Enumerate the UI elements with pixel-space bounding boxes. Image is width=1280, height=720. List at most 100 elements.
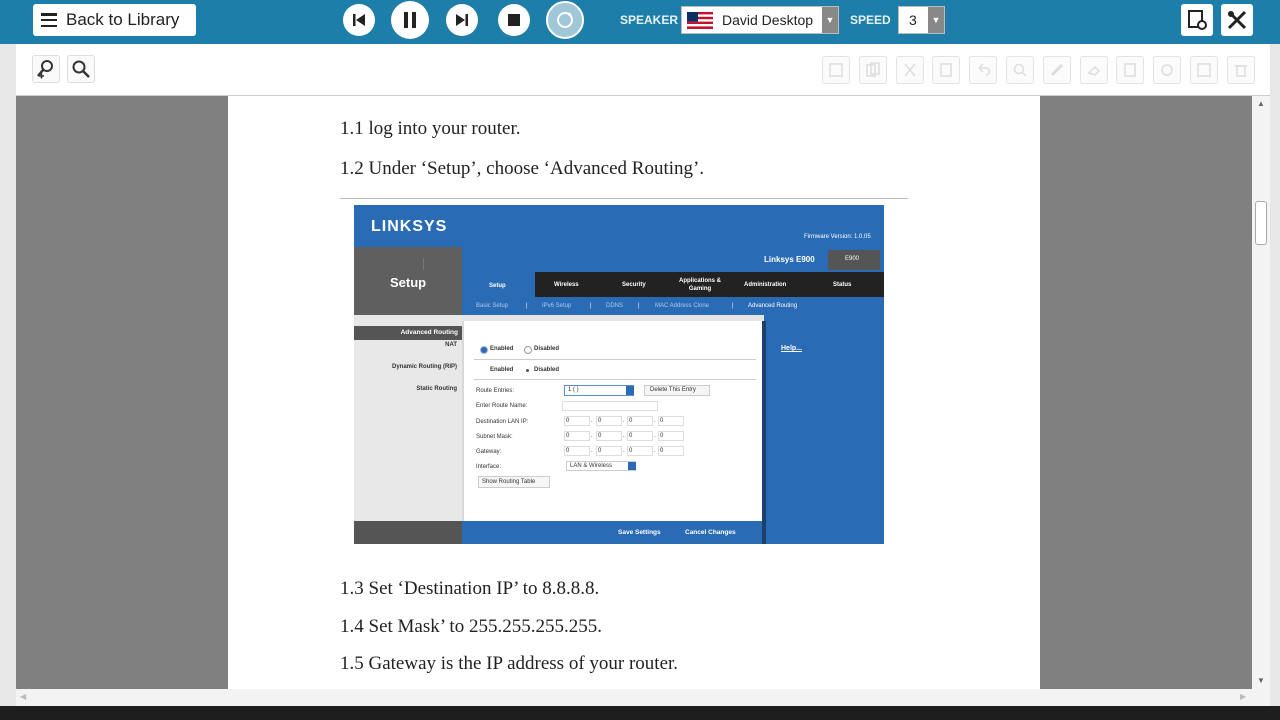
delete-entry-label: Delete This Entry xyxy=(650,387,696,393)
paste-icon xyxy=(940,63,952,77)
scroll-left-icon[interactable]: ◀ xyxy=(20,692,26,701)
radio-label: Enabled xyxy=(490,367,514,373)
ip-dot: . xyxy=(654,433,656,439)
speed-value: 3 xyxy=(909,12,917,28)
skip-forward-icon xyxy=(456,14,468,26)
ip-dot: . xyxy=(623,448,625,454)
speed-label: SPEED xyxy=(850,13,891,27)
interface-value: LAN & Wireless xyxy=(570,463,613,469)
interface-label: Interface: xyxy=(476,464,502,470)
router-subtab-sep: | xyxy=(638,303,640,309)
zoom-out-button[interactable] xyxy=(67,55,95,83)
router-side-panel xyxy=(354,315,462,544)
stop-icon xyxy=(508,14,520,26)
voice-note-button[interactable] xyxy=(1153,56,1181,84)
route-name-label: Enter Route Name: xyxy=(476,403,528,409)
router-tab: Applications & Gaming xyxy=(678,278,721,292)
step-line: 1.3 Set ‘Destination IP’ to 8.8.8.8. xyxy=(340,578,600,599)
router-model-short: E900 xyxy=(845,256,860,262)
zoom-in-icon xyxy=(37,60,53,79)
router-tab: Wireless xyxy=(554,282,579,288)
router-help-link: Help... xyxy=(781,345,803,352)
ip-octet-value: 0 xyxy=(629,433,633,439)
step-line: 1.2 Under ‘Setup’, choose ‘Advanced Rout… xyxy=(340,158,705,179)
speaker-select[interactable]: David Desktop ▼ xyxy=(681,6,839,34)
router-subtab: Basic Setup xyxy=(476,303,509,309)
tools-button[interactable] xyxy=(1221,4,1253,36)
save-button[interactable] xyxy=(822,56,850,84)
dropdown-arrow-icon xyxy=(626,386,634,395)
screen-settings-icon xyxy=(1188,10,1207,30)
router-subtab-sep: | xyxy=(590,303,592,309)
router-screenshot: LINKSYS Firmware Version: 1.0.05 Setup L… xyxy=(354,205,884,544)
router-firmware: Firmware Version: 1.0.05 xyxy=(804,234,871,240)
zoom-out-icon xyxy=(72,60,90,78)
scrollbar-thumb[interactable] xyxy=(1255,201,1267,245)
vertical-scrollbar[interactable]: ▲ ▼ xyxy=(1252,96,1270,689)
horizontal-scrollbar[interactable]: ◀ ▶ xyxy=(16,689,1270,706)
previous-button[interactable] xyxy=(343,4,375,36)
stop-button[interactable] xyxy=(498,4,530,36)
router-model-bar xyxy=(462,247,884,272)
ip-octet-value: 0 xyxy=(598,433,602,439)
text-cursor-icon xyxy=(423,258,424,270)
delete-button[interactable] xyxy=(1227,56,1255,84)
player-toolbar: Back to Library SPEAKER David Desktop ▼ … xyxy=(0,0,1280,44)
ip-octet-value: 0 xyxy=(660,448,664,454)
ip-octet-value: 0 xyxy=(660,418,664,424)
refresh-icon xyxy=(557,12,573,28)
chevron-down-icon: ▼ xyxy=(822,7,838,33)
radio-enabled-checked xyxy=(480,346,488,354)
copy-button[interactable] xyxy=(859,56,887,84)
next-button[interactable] xyxy=(446,4,478,36)
router-save-button: Save Settings xyxy=(618,529,661,536)
document-toolbar xyxy=(16,44,1270,96)
ip-dot: . xyxy=(623,418,625,424)
ip-octet-value: 0 xyxy=(598,448,602,454)
ip-octet-value: 0 xyxy=(629,448,633,454)
highlight-button[interactable] xyxy=(1043,56,1071,84)
radio-label: Disabled xyxy=(534,346,560,352)
left-margin xyxy=(0,44,16,720)
speed-select[interactable]: 3 ▼ xyxy=(898,6,945,34)
scissors-icon xyxy=(904,63,916,77)
divider xyxy=(340,198,908,199)
router-model: Linksys E900 xyxy=(764,255,815,264)
show-table-label: Show Routing Table xyxy=(482,479,536,485)
skip-back-icon xyxy=(353,14,365,26)
erase-highlight-button[interactable] xyxy=(1080,56,1108,84)
paste-button[interactable] xyxy=(932,56,960,84)
back-to-library-label: Back to Library xyxy=(66,10,180,29)
scroll-right-icon[interactable]: ▶ xyxy=(1240,692,1246,701)
ip-octet-value: 0 xyxy=(598,418,602,424)
ip-octet-value: 0 xyxy=(566,448,570,454)
list-icon xyxy=(41,13,57,27)
find-button[interactable] xyxy=(1006,56,1034,84)
edit-button[interactable] xyxy=(1190,56,1218,84)
router-content-strip xyxy=(462,315,764,321)
undo-button[interactable] xyxy=(969,56,997,84)
router-side-heading: Advanced Routing xyxy=(400,329,458,336)
route-entries-value: 1 ( ) xyxy=(568,387,579,393)
zoom-in-button[interactable] xyxy=(32,55,60,83)
pause-button[interactable] xyxy=(391,1,429,39)
router-subtab: IPv6 Setup xyxy=(542,303,572,309)
screen-tool-button[interactable] xyxy=(1181,4,1213,36)
dropdown-arrow-icon xyxy=(628,462,636,470)
cut-button[interactable] xyxy=(896,56,924,84)
scroll-down-icon[interactable]: ▼ xyxy=(1257,676,1265,685)
note-icon xyxy=(1124,63,1136,77)
note-button[interactable] xyxy=(1116,56,1144,84)
document-viewer[interactable]: 1.1 log into your router. 1.2 Under ‘Set… xyxy=(16,96,1252,689)
scroll-up-icon[interactable]: ▲ xyxy=(1257,99,1265,108)
router-side-nat: NAT xyxy=(445,342,457,348)
tools-icon xyxy=(1227,10,1247,30)
highlighter-icon xyxy=(1050,63,1064,77)
ip-dot: . xyxy=(654,418,656,424)
router-brand: LINKSYS xyxy=(371,218,448,235)
router-cancel-button: Cancel Changes xyxy=(685,529,736,536)
back-to-library-button[interactable]: Back to Library xyxy=(33,4,196,36)
dest-label: Destination LAN IP: xyxy=(476,419,529,425)
sync-button[interactable] xyxy=(546,1,584,39)
router-side-footer xyxy=(354,521,462,544)
